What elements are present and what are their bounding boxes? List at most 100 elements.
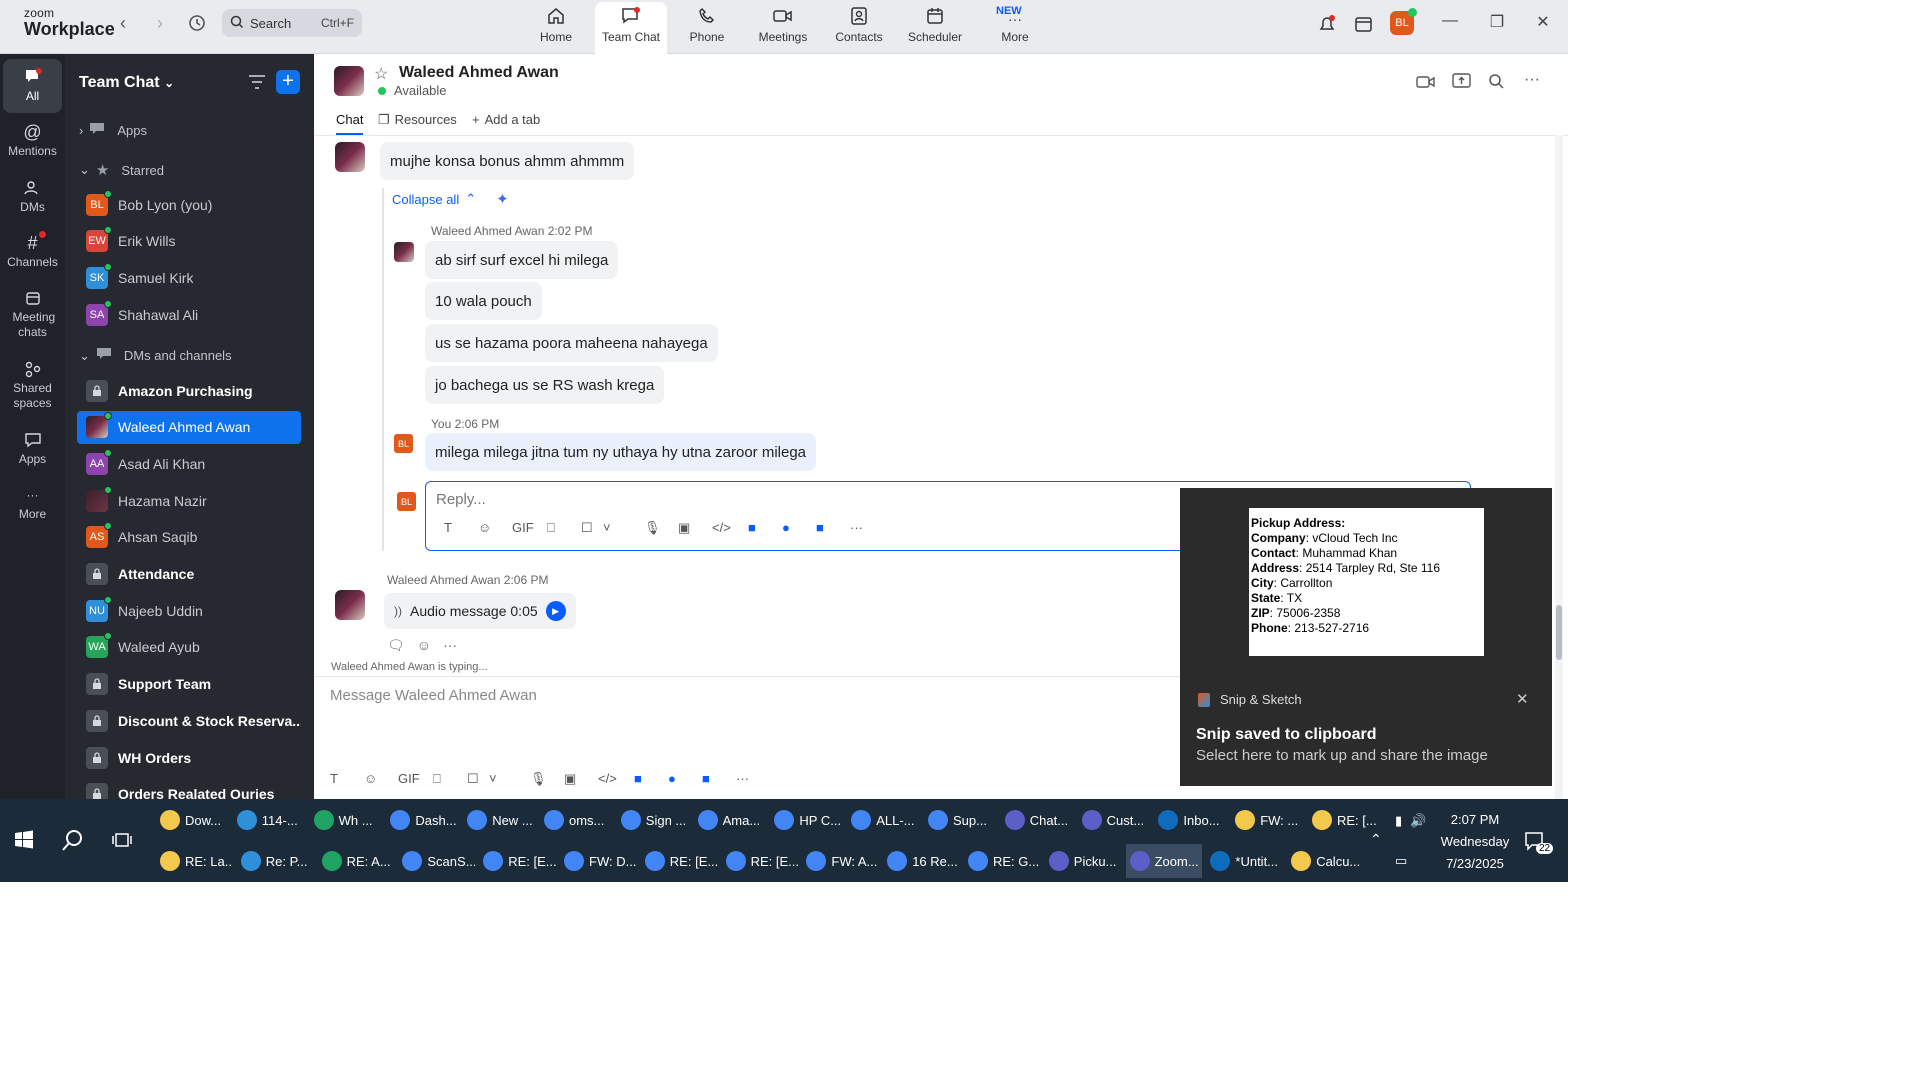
taskbar-app[interactable]: *Untit... <box>1206 844 1283 878</box>
taskbar-app[interactable]: Chat... <box>1001 803 1074 837</box>
taskbar-app[interactable]: RE: La... <box>156 844 233 878</box>
section-apps[interactable]: › Apps <box>79 122 147 139</box>
sidebar-item[interactable]: AS Ahsan Saqib <box>77 521 301 554</box>
file-icon[interactable]: ⎕ <box>433 771 441 787</box>
rail-channels[interactable]: # Channels <box>3 231 62 270</box>
app-icon-1[interactable]: ■ <box>634 771 642 786</box>
chevron-down-icon[interactable]: ˅ <box>603 520 611 535</box>
sidebar-item[interactable]: NU Najeeb Uddin <box>77 594 301 627</box>
mic-icon[interactable]: 🎙 <box>530 771 547 787</box>
more-icon[interactable]: ··· <box>850 520 863 535</box>
taskbar-app[interactable]: FW: A... <box>802 844 879 878</box>
nav-more[interactable]: NEW ··· More <box>979 2 1051 54</box>
chevron-down-icon[interactable]: ˅ <box>489 771 497 786</box>
sender-avatar[interactable] <box>394 242 414 262</box>
message-bubble[interactable]: jo bachega us se RS wash krega <box>425 366 665 404</box>
taskbar-app[interactable]: Zoom... <box>1125 844 1203 878</box>
sidebar-item[interactable]: Discount & Stock Reserva... <box>77 704 301 737</box>
screenshot-icon[interactable]: ☐ <box>581 520 593 536</box>
collapse-all-link[interactable]: Collapse all ⌃ ✦ <box>392 190 509 208</box>
rail-shared-spaces[interactable]: Shared spaces <box>3 357 62 411</box>
taskbar-app[interactable]: Sup... <box>924 803 997 837</box>
nav-contacts[interactable]: Contacts <box>823 2 895 54</box>
nav-meetings[interactable]: Meetings <box>747 2 819 54</box>
tab-add[interactable]: + Add a tab <box>472 112 540 127</box>
history-icon[interactable] <box>186 13 208 35</box>
taskbar-app[interactable]: FW: ... <box>1231 803 1304 837</box>
play-icon[interactable]: ▶ <box>545 601 566 621</box>
taskbar-app[interactable]: RE: [E... <box>479 844 556 878</box>
ai-sparkle-icon[interactable]: ✦ <box>496 190 509 208</box>
nav-team-chat[interactable]: Team Chat <box>595 2 667 54</box>
screenshot-icon[interactable]: ☐ <box>467 771 479 787</box>
taskbar-app[interactable]: 16 Re... <box>883 844 960 878</box>
taskbar-app[interactable]: RE: [... <box>1308 803 1381 837</box>
sidebar-item[interactable]: Waleed Ahmed Awan <box>77 410 301 444</box>
taskbar-app[interactable]: Inbo... <box>1154 803 1227 837</box>
clock[interactable]: 2:07 PM Wednesday 7/23/2025 <box>1440 809 1510 875</box>
reply-thread-icon[interactable]: 🗨 <box>387 637 405 654</box>
rail-more[interactable]: ··· More <box>3 483 62 522</box>
scrollbar-thumb[interactable] <box>1556 605 1562 660</box>
app-icon-2[interactable]: ● <box>668 771 676 786</box>
message-bubble[interactable]: mujhe konsa bonus ahmm ahmmm <box>380 142 635 180</box>
video-message-icon[interactable]: ▣ <box>564 771 576 787</box>
app-icon-1[interactable]: ■ <box>748 520 756 535</box>
search-icon[interactable] <box>60 828 86 857</box>
app-icon-3[interactable]: ■ <box>702 771 710 786</box>
user-avatar[interactable]: BL <box>1390 8 1417 35</box>
more-options-icon[interactable]: ··· <box>1524 71 1540 89</box>
more-icon[interactable]: ··· <box>736 771 749 786</box>
format-text-icon[interactable]: T <box>330 771 338 786</box>
sidebar-item[interactable]: EW Erik Wills <box>77 225 301 258</box>
taskbar-app[interactable]: RE: [E... <box>722 844 798 878</box>
rail-apps[interactable]: Apps <box>3 428 62 467</box>
taskbar-app[interactable]: New ... <box>463 803 536 837</box>
message-bubble[interactable]: milega milega jitna tum ny uthaya hy utn… <box>425 433 817 471</box>
taskbar-app[interactable]: ScanS... <box>398 844 475 878</box>
taskbar-app[interactable]: ALL-... <box>847 803 920 837</box>
close-icon[interactable]: ✕ <box>1516 690 1529 708</box>
star-icon[interactable]: ☆ <box>374 64 388 84</box>
app-icon-2[interactable]: ● <box>782 520 790 535</box>
taskbar-app[interactable]: Picku... <box>1045 844 1122 878</box>
forward-arrow-icon[interactable]: › <box>149 13 171 35</box>
sidebar-item[interactable]: Support Team <box>77 668 301 701</box>
tab-resources[interactable]: ❐ Resources <box>378 112 457 128</box>
more-actions-icon[interactable]: ··· <box>443 637 457 654</box>
add-reaction-icon[interactable]: ☺ <box>417 637 431 654</box>
sidebar-item[interactable]: AA Asad Ali Khan <box>77 447 301 480</box>
app-icon-3[interactable]: ■ <box>816 520 824 535</box>
share-screen-icon[interactable] <box>1452 72 1472 93</box>
message-bubble[interactable]: 10 wala pouch <box>425 282 542 320</box>
taskbar-app[interactable]: oms... <box>540 803 613 837</box>
nav-scheduler[interactable]: Scheduler <box>899 2 971 54</box>
section-dms-channels[interactable]: ⌄ DMs and channels <box>79 347 232 364</box>
gif-button[interactable]: GIF <box>398 771 420 786</box>
contact-avatar[interactable] <box>334 66 364 96</box>
video-message-icon[interactable]: ▣ <box>678 520 690 536</box>
taskbar-app[interactable]: Sign ... <box>617 803 690 837</box>
my-avatar[interactable]: BL <box>394 434 413 453</box>
gif-button[interactable]: GIF <box>512 520 534 535</box>
emoji-icon[interactable]: ☺ <box>478 520 491 535</box>
sidebar-item[interactable]: BL Bob Lyon (you) <box>77 188 301 221</box>
taskbar-app[interactable]: Dash... <box>386 803 459 837</box>
close-icon[interactable]: ✕ <box>1529 12 1557 36</box>
sidebar-item[interactable]: Amazon Purchasing <box>77 374 301 407</box>
emoji-icon[interactable]: ☺ <box>364 771 377 786</box>
sender-avatar[interactable] <box>335 142 365 172</box>
section-starred[interactable]: ⌄ ★ Starred <box>79 161 164 179</box>
rail-meeting-chats[interactable]: Meeting chats <box>3 286 62 340</box>
new-chat-button[interactable]: + <box>276 70 300 94</box>
compose-input[interactable]: Message Waleed Ahmed Awan <box>330 687 537 704</box>
taskbar-app[interactable]: Ama... <box>694 803 767 837</box>
calendar-status-icon[interactable] <box>1353 13 1375 38</box>
video-call-icon[interactable] <box>1416 74 1436 93</box>
search-icon[interactable] <box>1488 73 1504 92</box>
rail-all[interactable]: All <box>3 59 62 113</box>
message-bubble[interactable]: ab sirf surf excel hi milega <box>425 241 619 279</box>
mic-icon[interactable]: 🎙 <box>644 520 661 536</box>
reply-input[interactable]: Reply... <box>436 491 486 508</box>
sidebar-item[interactable]: SK Samuel Kirk <box>77 262 301 295</box>
